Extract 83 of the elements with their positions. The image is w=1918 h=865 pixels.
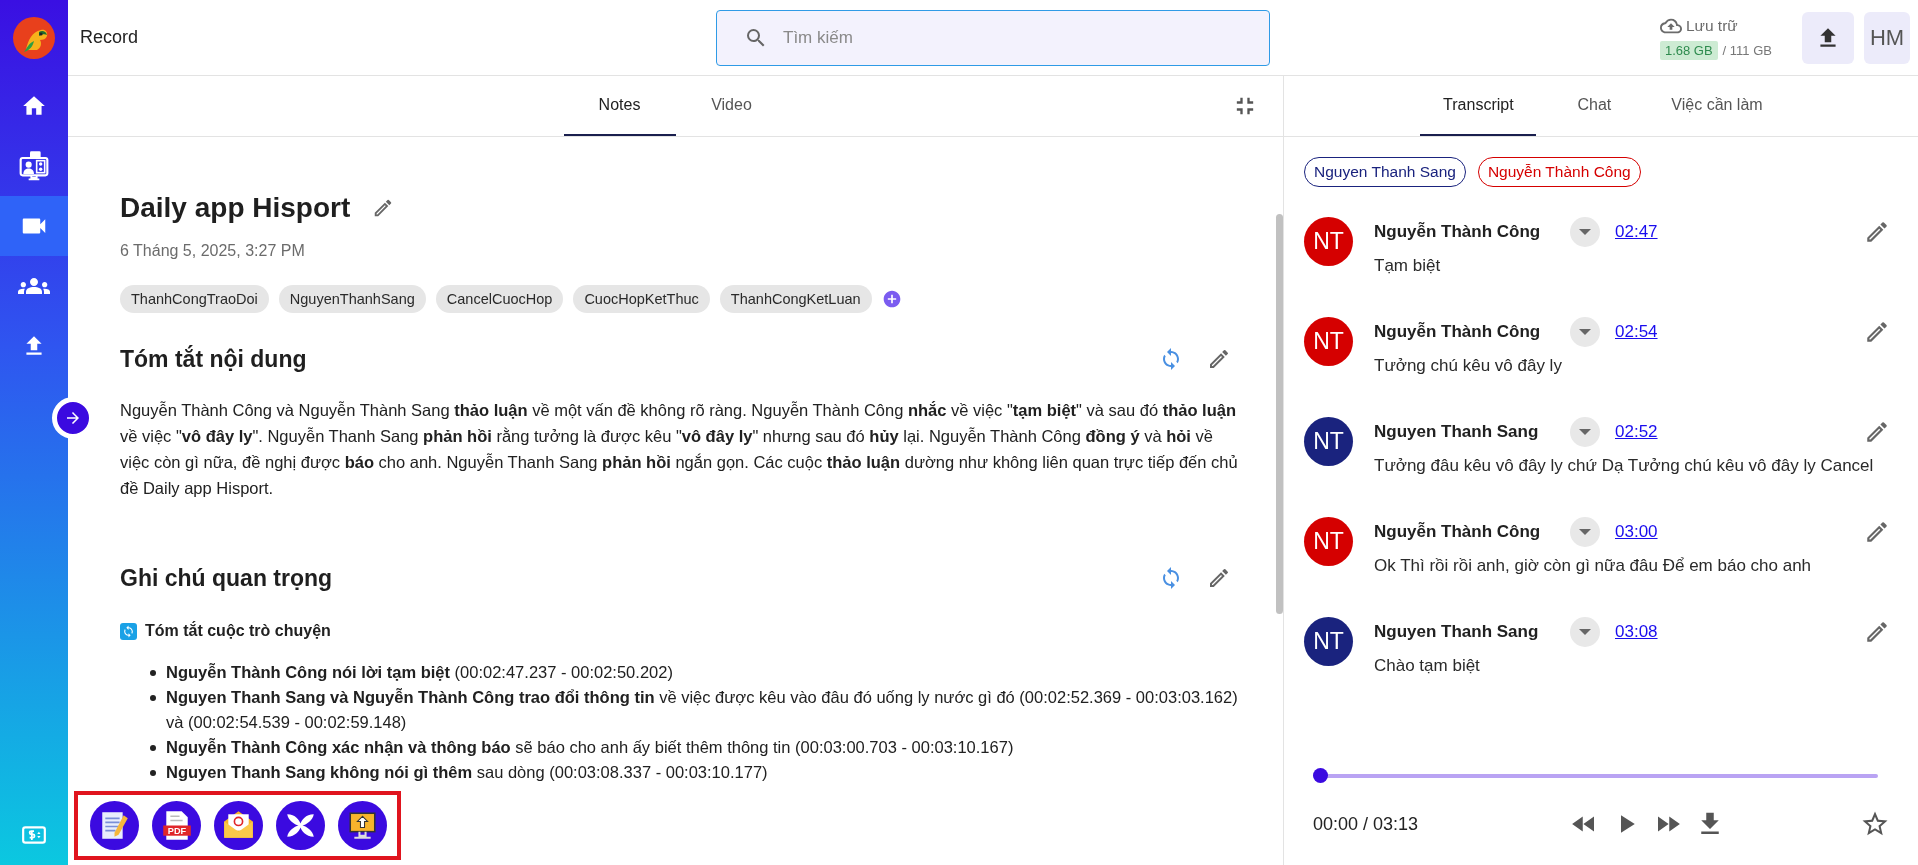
speaker-name: Nguyen Thanh Sang xyxy=(1374,422,1540,442)
playback-time: 00:00 / 03:13 xyxy=(1313,813,1420,835)
edit-icon[interactable] xyxy=(1864,419,1890,445)
dropdown-button[interactable] xyxy=(1570,217,1600,247)
avatar: NT xyxy=(1304,317,1353,366)
storage-label: Lưu trữ xyxy=(1685,17,1738,35)
caret-icon xyxy=(1579,326,1591,338)
speaker-name: Nguyễn Thành Công xyxy=(1374,222,1542,242)
transcript-text: Tưởng đâu kêu vô đây ly chứ Dạ Tưởng chú kêu vô đây ly Cancel xyxy=(1374,456,1875,476)
tag-chip[interactable]: CancelCuocHop xyxy=(435,285,564,313)
page-title: Record xyxy=(79,27,140,48)
summary-paragraph: Nguyễn Thành Công và Nguyễn Thành Sang thảo luận về một vấn đề không rõ ràng. Nguyễn Thành Công nhắc về việc "tạm biệt" và sau đó thảo luận về việc "vô đây ly". Nguyễn Thanh Sang phản hồi rằng tưởng là được kêu "vô đây ly" nhưng sau đó hủy lại. Nguyễn Thành Công đồng ý và hỏi về việc còn gì nữa, đề nghị được báo cho anh. Nguyễn Thanh Sang phản hồi ngắn gọn. Các cuộc thảo luận dường như không liên quan trực tiếp đến chủ đề Daily app Hisport. xyxy=(120,400,1239,499)
speaker-name: Nguyen Thanh Sang xyxy=(1374,622,1540,642)
edit-icon[interactable] xyxy=(1207,566,1231,590)
bullet-dot xyxy=(150,745,156,751)
subheading: Tóm tắt cuộc trò chuyện xyxy=(145,620,331,641)
bullet-dot xyxy=(150,695,156,701)
timestamp-link[interactable]: 03:08 xyxy=(1615,622,1864,642)
export-button[interactable] xyxy=(276,801,325,850)
list-item-text: Nguyễn Thành Công nói lời tạm biệt (00:02:47.237 - 00:02:50.202) xyxy=(166,662,673,683)
seek-slider[interactable] xyxy=(1313,768,1878,783)
edit-icon[interactable] xyxy=(1864,219,1890,245)
bullet-dot xyxy=(150,770,156,776)
dropdown-button[interactable] xyxy=(1570,617,1600,647)
upload-button[interactable] xyxy=(1802,11,1854,64)
section-heading: Tóm tắt nội dung xyxy=(120,345,308,373)
list-item-text: Nguyễn Thành Công xác nhận và thông báo sẽ báo cho anh ấy biết thêm thông tin (00:03:00.703 - 00:03:10.167) xyxy=(166,737,1014,758)
timestamp-link[interactable]: 02:54 xyxy=(1615,322,1864,342)
transcript-text: Tạm biệt xyxy=(1374,256,1442,276)
export-button[interactable] xyxy=(90,801,139,850)
tag-chip[interactable]: NguyenThanhSang xyxy=(278,285,426,313)
transcript-text: Chào tạm biệt xyxy=(1374,656,1481,676)
speaker-name: Nguyễn Thành Công xyxy=(1374,322,1542,342)
edit-icon[interactable] xyxy=(1207,347,1231,371)
sidebar-item[interactable] xyxy=(0,196,68,256)
note-title: Daily app Hisport xyxy=(120,191,351,225)
add-icon[interactable] xyxy=(881,289,902,309)
export-button[interactable] xyxy=(214,801,263,850)
avatar: NT xyxy=(1304,517,1353,566)
avatar: NT xyxy=(1304,417,1353,466)
export-button[interactable]: PDF xyxy=(152,801,201,850)
tab[interactable]: Video xyxy=(675,76,788,136)
avatar: NT xyxy=(1304,217,1353,266)
user-avatar-button[interactable]: HM xyxy=(1864,11,1910,64)
timestamp-link[interactable]: 03:00 xyxy=(1615,522,1864,542)
caret-icon xyxy=(1579,626,1591,638)
transcript-text: Tưởng chú kêu vô đây ly xyxy=(1374,356,1563,376)
export-button[interactable] xyxy=(338,801,387,850)
transcript-text: Ok Thì rồi rồi anh, giờ còn gì nữa đâu Để em báo cho anh xyxy=(1374,556,1813,576)
tab[interactable]: Việc cần làm xyxy=(1652,76,1782,136)
storage-used-badge: 1.68 GB xyxy=(1659,41,1718,60)
edit-icon[interactable] xyxy=(1864,619,1890,645)
edit-icon[interactable] xyxy=(1864,319,1890,345)
logo-icon xyxy=(12,16,56,60)
caret-icon xyxy=(1579,426,1591,438)
dropdown-button[interactable] xyxy=(1570,317,1600,347)
tag-chip[interactable]: ThanhCongKetLuan xyxy=(719,285,872,313)
tab[interactable]: Notes xyxy=(563,76,676,136)
timestamp-link[interactable]: 02:52 xyxy=(1615,422,1864,442)
section-heading: Ghi chú quan trọng xyxy=(120,564,334,592)
storage-total: / 111 GB xyxy=(1722,43,1772,58)
timestamp-link[interactable]: 02:47 xyxy=(1615,222,1864,242)
seek-thumb[interactable] xyxy=(1313,768,1328,783)
dropdown-button[interactable] xyxy=(1570,517,1600,547)
bullet-dot xyxy=(150,670,156,676)
meeting-screen-icon xyxy=(18,150,50,182)
list-item-text: Nguyen Thanh Sang không nói gì thêm sau dòng (00:03:08.337 - 00:03:10.177) xyxy=(166,762,768,783)
tab[interactable]: Transcript xyxy=(1420,76,1537,136)
caret-icon xyxy=(1579,226,1591,238)
tag-chip[interactable]: ThanhCongTraoDoi xyxy=(120,285,269,313)
search-field[interactable]: Tìm kiếm xyxy=(716,9,1270,66)
sync-badge-icon xyxy=(120,622,137,640)
caret-icon xyxy=(1579,526,1591,538)
dropdown-button[interactable] xyxy=(1570,417,1600,447)
edit-icon[interactable] xyxy=(1864,519,1890,545)
arrow-right-icon xyxy=(64,409,82,427)
speaker-name: Nguyễn Thành Công xyxy=(1374,522,1542,542)
note-date: 6 Tháng 5, 2025, 3:27 PM xyxy=(120,241,306,261)
tag-chip[interactable]: CuocHopKetThuc xyxy=(573,285,710,313)
scrollbar[interactable] xyxy=(1276,214,1283,614)
avatar: NT xyxy=(1304,617,1353,666)
list-item-text: Nguyen Thanh Sang và Nguyễn Thành Công trao đổi thông tin về việc được kêu vào đâu đó uống ly nước gì đó (00:02:52.369 - 00:03:03.162) và (00:02:54.539 - 00:02:59.148) xyxy=(166,687,1239,733)
tab[interactable]: Chat xyxy=(1536,76,1653,136)
